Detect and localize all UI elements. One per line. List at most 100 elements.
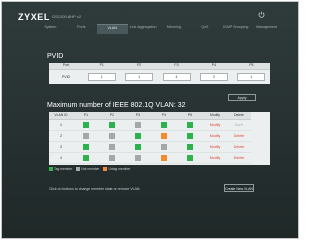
member-toggle-p5[interactable]: [187, 122, 193, 128]
tab-link-aggregation[interactable]: Link Aggregation: [128, 24, 159, 34]
vlan-header-cell: P4: [151, 112, 177, 120]
vlan-port-cell: [177, 153, 203, 164]
vlan-id-cell: 4: [49, 153, 73, 164]
apply-button[interactable]: Apply: [228, 94, 256, 101]
member-toggle-p2[interactable]: [109, 155, 115, 161]
delete-link[interactable]: Delete: [234, 156, 244, 160]
modify-link[interactable]: Modify: [210, 123, 221, 127]
vlan-port-cell: [99, 131, 125, 142]
vlan-header-cell: Delete: [227, 112, 251, 120]
tab-mirroring[interactable]: Mirroring: [159, 24, 190, 34]
delete-cell: Delete: [227, 131, 251, 142]
legend-item: Untag member: [103, 167, 130, 171]
delete-cell: Don't: [227, 120, 251, 131]
tab-ports[interactable]: Ports: [66, 24, 97, 34]
legend-label: Tag member: [54, 167, 73, 171]
pvid-table: Port P1 P2 P3 P4 P5 PVID 1 1 4 2 1: [49, 63, 270, 84]
modify-cell: Modify: [203, 131, 227, 142]
pvid-port-header: P5: [249, 63, 254, 67]
vlan-port-cell: [151, 142, 177, 153]
legend-swatch: [103, 167, 108, 171]
vlan-port-cell: [151, 120, 177, 131]
pvid-port-header: P2: [136, 63, 142, 67]
member-toggle-p3[interactable]: [135, 155, 141, 161]
member-toggle-p3[interactable]: [135, 144, 141, 150]
delete-link[interactable]: Delete: [234, 134, 244, 138]
member-toggle-p1[interactable]: [83, 144, 89, 150]
vlan-port-cell: [73, 153, 99, 164]
pvid-input-p4[interactable]: 2: [199, 73, 228, 81]
member-toggle-p4[interactable]: [161, 122, 167, 128]
vlan-port-cell: [99, 153, 125, 164]
vlan-port-cell: [151, 131, 177, 142]
vlan-port-cell: [73, 120, 99, 131]
member-toggle-p2[interactable]: [109, 144, 115, 150]
vlan-header-cell: VLAN ID: [49, 112, 73, 120]
vlan-table: VLAN ID P1 P2 P3 P4 P5 Modify Delete 1 Mo…: [49, 112, 270, 165]
vlan-header-cell: P2: [99, 112, 125, 120]
member-toggle-p5[interactable]: [187, 144, 193, 150]
model-name: GS1200-8HP v2: [52, 14, 82, 19]
pvid-port-header: P1: [99, 63, 104, 67]
member-toggle-p1[interactable]: [83, 155, 89, 161]
member-toggle-p4[interactable]: [161, 144, 167, 150]
vlan-port-cell: [125, 120, 151, 131]
modify-link[interactable]: Modify: [210, 134, 221, 138]
tab-igmp-snooping[interactable]: IGMP Snooping: [220, 24, 251, 34]
delete-cell: Delete: [227, 142, 251, 153]
member-toggle-p3[interactable]: [135, 133, 141, 139]
legend-swatch: [76, 167, 81, 171]
pvid-port-header: P4: [211, 63, 217, 67]
modify-cell: Modify: [203, 153, 227, 164]
vlan-title: Maximum number of IEEE 802.1Q VLAN: 32: [47, 102, 186, 109]
tab-management[interactable]: Management: [251, 24, 282, 34]
member-toggle-p4[interactable]: [161, 155, 167, 161]
tab-system[interactable]: System: [35, 24, 66, 34]
member-toggle-p5[interactable]: [187, 133, 193, 139]
modify-cell: Modify: [203, 142, 227, 153]
vlan-port-cell: [73, 142, 99, 153]
pvid-port-label: Port: [62, 63, 70, 67]
member-toggle-p3[interactable]: [135, 122, 141, 128]
vlan-id-cell: 2: [49, 131, 73, 142]
member-toggle-p1[interactable]: [83, 122, 89, 128]
pvid-input-p1[interactable]: 1: [87, 73, 116, 81]
modify-link[interactable]: Modify: [210, 145, 221, 149]
tab-qos[interactable]: QoS: [189, 24, 220, 34]
help-text: Click on buttons to change member state …: [49, 187, 141, 191]
pvid-port-header: P3: [174, 63, 179, 67]
vlan-header-cell: P5: [177, 112, 203, 120]
pvid-input-p3[interactable]: 4: [162, 73, 191, 81]
vlan-port-cell: [125, 131, 151, 142]
delete-link: Don't: [234, 123, 244, 127]
pvid-input-p2[interactable]: 1: [125, 73, 154, 81]
power-icon[interactable]: [258, 11, 265, 18]
legend-item: Tag member: [49, 167, 72, 171]
pvid-header-row: Port P1 P2 P3 P4 P5: [49, 63, 270, 70]
pvid-input-p5[interactable]: 1: [237, 73, 266, 81]
window-frame: ZYXEL GS1200-8HP v2 System Ports VLAN Li…: [1, 1, 299, 239]
vlan-header-cell: Modify: [203, 112, 227, 120]
vlan-id-cell: 3: [49, 142, 73, 153]
vlan-header-cell: P3: [125, 112, 151, 120]
member-toggle-p2[interactable]: [109, 122, 115, 128]
create-vlan-button[interactable]: Create New VLAN: [224, 184, 254, 192]
pvid-value-row: PVID 1 1 4 2 1: [49, 70, 270, 84]
vlan-port-cell: [125, 153, 151, 164]
vlan-port-cell: [99, 142, 125, 153]
vlan-header-cell: P1: [73, 112, 99, 120]
member-legend: Tag member Not member Untag member: [49, 167, 130, 171]
delete-link[interactable]: Delete: [234, 145, 244, 149]
member-toggle-p1[interactable]: [83, 133, 89, 139]
modify-link[interactable]: Modify: [210, 156, 221, 160]
legend-item: Not member: [76, 167, 99, 171]
vlan-port-cell: [151, 153, 177, 164]
legend-label: Not member: [81, 167, 100, 171]
legend-label: Untag member: [108, 167, 131, 171]
member-toggle-p4[interactable]: [161, 133, 167, 139]
vlan-id-cell: 1: [49, 120, 73, 131]
member-toggle-p2[interactable]: [109, 133, 115, 139]
tab-vlan[interactable]: VLAN: [96, 24, 128, 34]
vlan-grid: VLAN ID P1 P2 P3 P4 P5 Modify Delete 1 Mo…: [49, 112, 270, 164]
member-toggle-p5[interactable]: [187, 155, 193, 161]
